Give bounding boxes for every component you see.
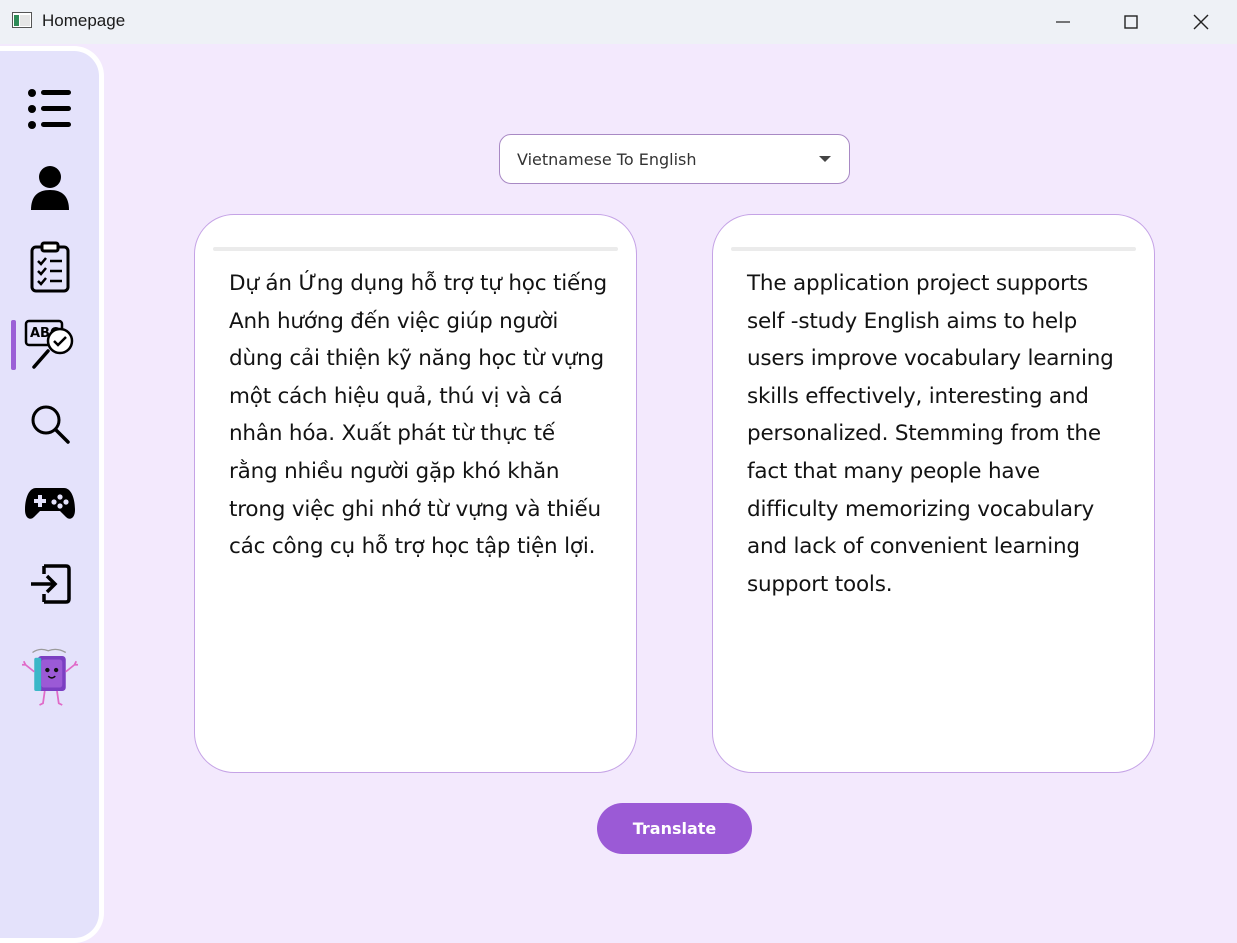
- logout-icon: [31, 564, 71, 604]
- list-icon: [28, 89, 71, 129]
- sidebar: ABC: [0, 46, 104, 943]
- language-direction-value: Vietnamese To English: [517, 149, 697, 169]
- maximize-button[interactable]: [1108, 6, 1154, 38]
- sidebar-item-menu[interactable]: [22, 81, 78, 137]
- sidebar-item-logout[interactable]: [22, 556, 78, 612]
- translated-text: The application project supports self -s…: [747, 271, 1114, 597]
- active-indicator: [11, 320, 16, 370]
- translated-text-area[interactable]: The application project supports self -s…: [712, 214, 1155, 773]
- search-icon: [31, 405, 70, 444]
- sidebar-item-games[interactable]: [22, 475, 78, 531]
- close-button[interactable]: [1178, 6, 1224, 38]
- app-window-icon: [12, 12, 32, 28]
- gamepad-icon: [25, 488, 75, 519]
- minimize-icon: [1056, 21, 1070, 23]
- minimize-button[interactable]: [1040, 6, 1086, 38]
- language-direction-select[interactable]: Vietnamese To English: [499, 134, 850, 184]
- user-icon: [31, 166, 69, 210]
- book-mascot-icon: [22, 648, 78, 706]
- sidebar-item-profile[interactable]: [22, 160, 78, 216]
- window-title: Homepage: [42, 11, 126, 30]
- title-bar: Homepage: [0, 0, 1237, 44]
- sidebar-item-translate[interactable]: ABC: [22, 317, 78, 373]
- card-divider: [213, 247, 618, 251]
- close-icon: [1193, 14, 1209, 30]
- maximize-icon: [1124, 15, 1138, 29]
- source-text-area[interactable]: Dự án Ứng dụng hỗ trợ tự học tiếng Anh h…: [194, 214, 637, 773]
- clipboard-checklist-icon: [30, 241, 70, 293]
- sidebar-item-mascot[interactable]: [22, 641, 78, 713]
- spell-check-icon: ABC: [24, 319, 74, 369]
- translate-button[interactable]: Translate: [597, 803, 752, 854]
- sidebar-item-tasks[interactable]: [22, 239, 78, 295]
- chevron-down-icon: [819, 156, 831, 162]
- card-divider: [731, 247, 1136, 251]
- source-text: Dự án Ứng dụng hỗ trợ tự học tiếng Anh h…: [229, 271, 607, 560]
- sidebar-item-search[interactable]: [22, 396, 78, 452]
